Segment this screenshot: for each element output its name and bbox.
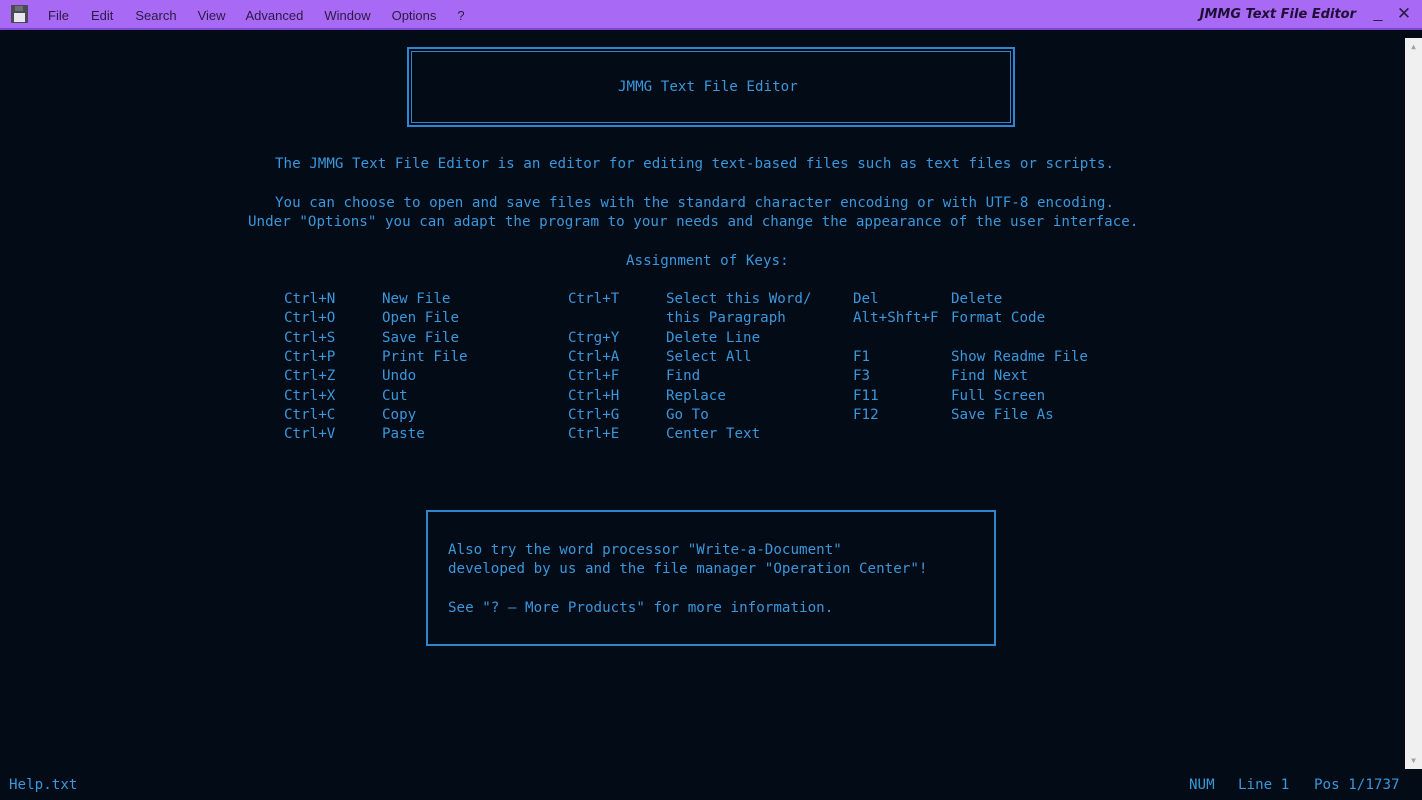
key-action: Cut <box>382 388 408 404</box>
key-action: Delete Line <box>666 330 761 346</box>
key-label: Ctrl+X <box>284 388 336 404</box>
minimize-button[interactable]: _ <box>1369 4 1387 24</box>
window-title: JMMG Text File Editor <box>1199 7 1356 22</box>
floppy-disk-icon[interactable] <box>11 5 28 23</box>
key-action: Select All <box>666 349 752 365</box>
title-bar: File Edit Search View Advanced Window Op… <box>0 0 1422 30</box>
key-action: New File <box>382 291 451 307</box>
status-num-lock: NUM <box>1189 777 1215 793</box>
key-action: Show Readme File <box>951 349 1088 365</box>
status-position: Pos 1/1737 <box>1314 777 1400 793</box>
key-label: F12 <box>853 407 879 423</box>
keys-heading: Assignment of Keys: <box>626 253 789 269</box>
menu-edit[interactable]: Edit <box>91 8 113 23</box>
key-label: Ctrl+S <box>284 330 336 346</box>
menu-file[interactable]: File <box>48 8 69 23</box>
status-bar: Help.txt NUM Line 1 Pos 1/1737 <box>0 770 1422 800</box>
key-action: Print File <box>382 349 468 365</box>
key-label: F1 <box>853 349 871 365</box>
menu-bar: File Edit Search View Advanced Window Op… <box>48 0 465 30</box>
key-action: Replace <box>666 388 726 404</box>
key-label: F11 <box>853 388 879 404</box>
key-label: Del <box>853 291 879 307</box>
key-label: F3 <box>853 368 871 384</box>
key-action: Copy <box>382 407 417 423</box>
menu-window[interactable]: Window <box>324 8 370 23</box>
key-label: Ctrl+N <box>284 291 336 307</box>
promo-line-2: developed by us and the file manager "Op… <box>448 561 928 577</box>
key-action: Full Screen <box>951 388 1046 404</box>
scroll-down-arrow-icon[interactable]: ▼ <box>1405 752 1422 769</box>
key-action: Find Next <box>951 368 1029 384</box>
key-label: Alt+Shft+F <box>853 310 939 326</box>
key-action: Center Text <box>666 426 761 442</box>
key-label: Ctrg+Y <box>568 330 620 346</box>
status-filename: Help.txt <box>9 777 78 793</box>
key-action: Find <box>666 368 701 384</box>
header-title: JMMG Text File Editor <box>618 79 798 95</box>
key-label: Ctrl+F <box>568 368 620 384</box>
key-action: Delete <box>951 291 1003 307</box>
key-action: this Paragraph <box>666 310 786 326</box>
promo-line-1: Also try the word processor "Write-a-Doc… <box>448 542 842 558</box>
key-label: Ctrl+G <box>568 407 620 423</box>
menu-options[interactable]: Options <box>392 8 437 23</box>
status-line: Line 1 <box>1238 777 1290 793</box>
key-action: Select this Word/ <box>666 291 812 307</box>
scroll-up-arrow-icon[interactable]: ▲ <box>1405 38 1422 55</box>
key-action: Go To <box>666 407 709 423</box>
encoding-text: You can choose to open and save files wi… <box>275 195 1115 211</box>
key-label: Ctrl+T <box>568 291 620 307</box>
intro-text: The JMMG Text File Editor is an editor f… <box>275 156 1115 172</box>
options-text: Under "Options" you can adapt the progra… <box>248 214 1139 230</box>
key-label: Ctrl+C <box>284 407 336 423</box>
menu-view[interactable]: View <box>198 8 226 23</box>
key-action: Paste <box>382 426 425 442</box>
vertical-scrollbar[interactable]: ▲ ▼ <box>1405 38 1422 769</box>
key-action: Undo <box>382 368 417 384</box>
key-action: Save File <box>382 330 460 346</box>
key-action: Format Code <box>951 310 1046 326</box>
key-label: Ctrl+Z <box>284 368 336 384</box>
close-button[interactable]: ✕ <box>1395 4 1413 24</box>
menu-help[interactable]: ? <box>457 8 464 23</box>
key-action: Open File <box>382 310 460 326</box>
key-label: Ctrl+V <box>284 426 336 442</box>
key-label: Ctrl+A <box>568 349 620 365</box>
editor-area[interactable]: JMMG Text File Editor The JMMG Text File… <box>0 32 1405 770</box>
key-label: Ctrl+H <box>568 388 620 404</box>
menu-advanced[interactable]: Advanced <box>246 8 304 23</box>
promo-line-3: See "? – More Products" for more informa… <box>448 600 834 616</box>
key-action: Save File As <box>951 407 1054 423</box>
key-label: Ctrl+O <box>284 310 336 326</box>
key-label: Ctrl+E <box>568 426 620 442</box>
key-label: Ctrl+P <box>284 349 336 365</box>
menu-search[interactable]: Search <box>135 8 176 23</box>
